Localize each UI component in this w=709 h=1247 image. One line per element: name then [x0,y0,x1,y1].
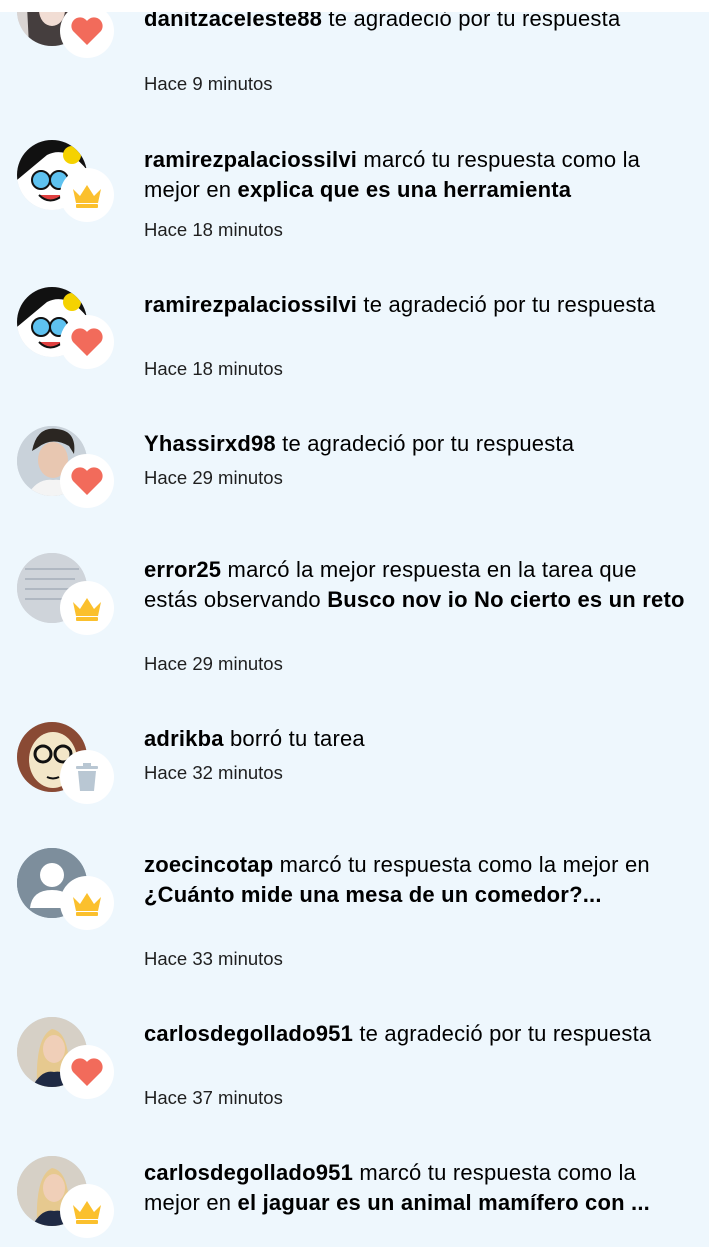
heart-icon [70,1057,104,1087]
notification-text: ramirezpalaciossilvi marcó tu respuesta … [144,145,689,205]
badge [60,1045,114,1099]
crown-icon [70,181,104,209]
notification-text: adrikba borró tu tarea [144,724,689,754]
notification-text: error25 marcó la mejor respuesta en la t… [144,555,689,615]
notification-text: ramirezpalaciossilvi te agradeció por tu… [144,290,689,320]
action-text: marcó tu respuesta como la mejor en [273,852,650,877]
timestamp: Hace 33 minutos [144,948,283,969]
notification-text: zoecincotap marcó tu respuesta como la m… [144,850,689,910]
crown-icon [70,1197,104,1225]
timestamp: Hace 29 minutos [144,467,283,488]
crown-icon [70,594,104,622]
action-text: te agradeció por tu respuesta [353,1021,652,1046]
timestamp: Hace 18 minutos [144,219,283,240]
badge [60,454,114,508]
task-link[interactable]: el jaguar es un animal mamífero con ... [238,1190,650,1215]
action-text: te agradeció por tu respuesta [357,292,656,317]
trash-icon [74,762,100,792]
notification-text: Yhassirxd98 te agradeció por tu respuest… [144,429,689,459]
timestamp: Hace 32 minutos [144,762,283,783]
heart-icon [70,327,104,357]
username[interactable]: ramirezpalaciossilvi [144,147,357,172]
username[interactable]: adrikba [144,726,224,751]
timestamp: Hace 37 minutos [144,1087,283,1108]
username[interactable]: ramirezpalaciossilvi [144,292,357,317]
timestamp: Hace 29 minutos [144,653,283,674]
heart-icon [70,466,104,496]
badge [60,4,114,58]
avatar-group [17,1156,117,1246]
task-link[interactable]: explica que es una herramienta [238,177,572,202]
notifications-feed: danitzaceleste88 te agradeció por tu res… [0,0,709,1247]
username[interactable]: carlosdegollado951 [144,1021,353,1046]
avatar-group [17,553,117,643]
task-link[interactable]: ¿Cuánto mide una mesa de un comedor?... [144,882,602,907]
avatar-group [17,848,117,938]
action-text: borró tu tarea [223,726,365,751]
timestamp: Hace 18 minutos [144,358,283,379]
notification-text: carlosdegollado951 marcó tu respuesta co… [144,1158,689,1218]
badge [60,876,114,930]
notification-text: carlosdegollado951 te agradeció por tu r… [144,1019,689,1049]
badge [60,581,114,635]
badge [60,750,114,804]
username[interactable]: error25 [144,557,221,582]
username[interactable]: Yhassirxd98 [144,431,276,456]
action-text: te agradeció por tu respuesta [275,431,575,456]
badge [60,315,114,369]
username[interactable]: carlosdegollado951 [144,1160,353,1185]
avatar-group [17,287,117,377]
crown-icon [70,889,104,917]
top-bar [0,0,709,12]
avatar-group [17,426,117,516]
avatar-group [17,140,117,230]
timestamp: Hace 9 minutos [144,73,273,94]
badge [60,1184,114,1238]
username[interactable]: zoecincotap [144,852,273,877]
heart-icon [70,16,104,46]
avatar-group [17,722,117,812]
avatar-group [17,1017,117,1107]
badge [60,168,114,222]
task-link[interactable]: Busco nov io No cierto es un reto [327,587,684,612]
